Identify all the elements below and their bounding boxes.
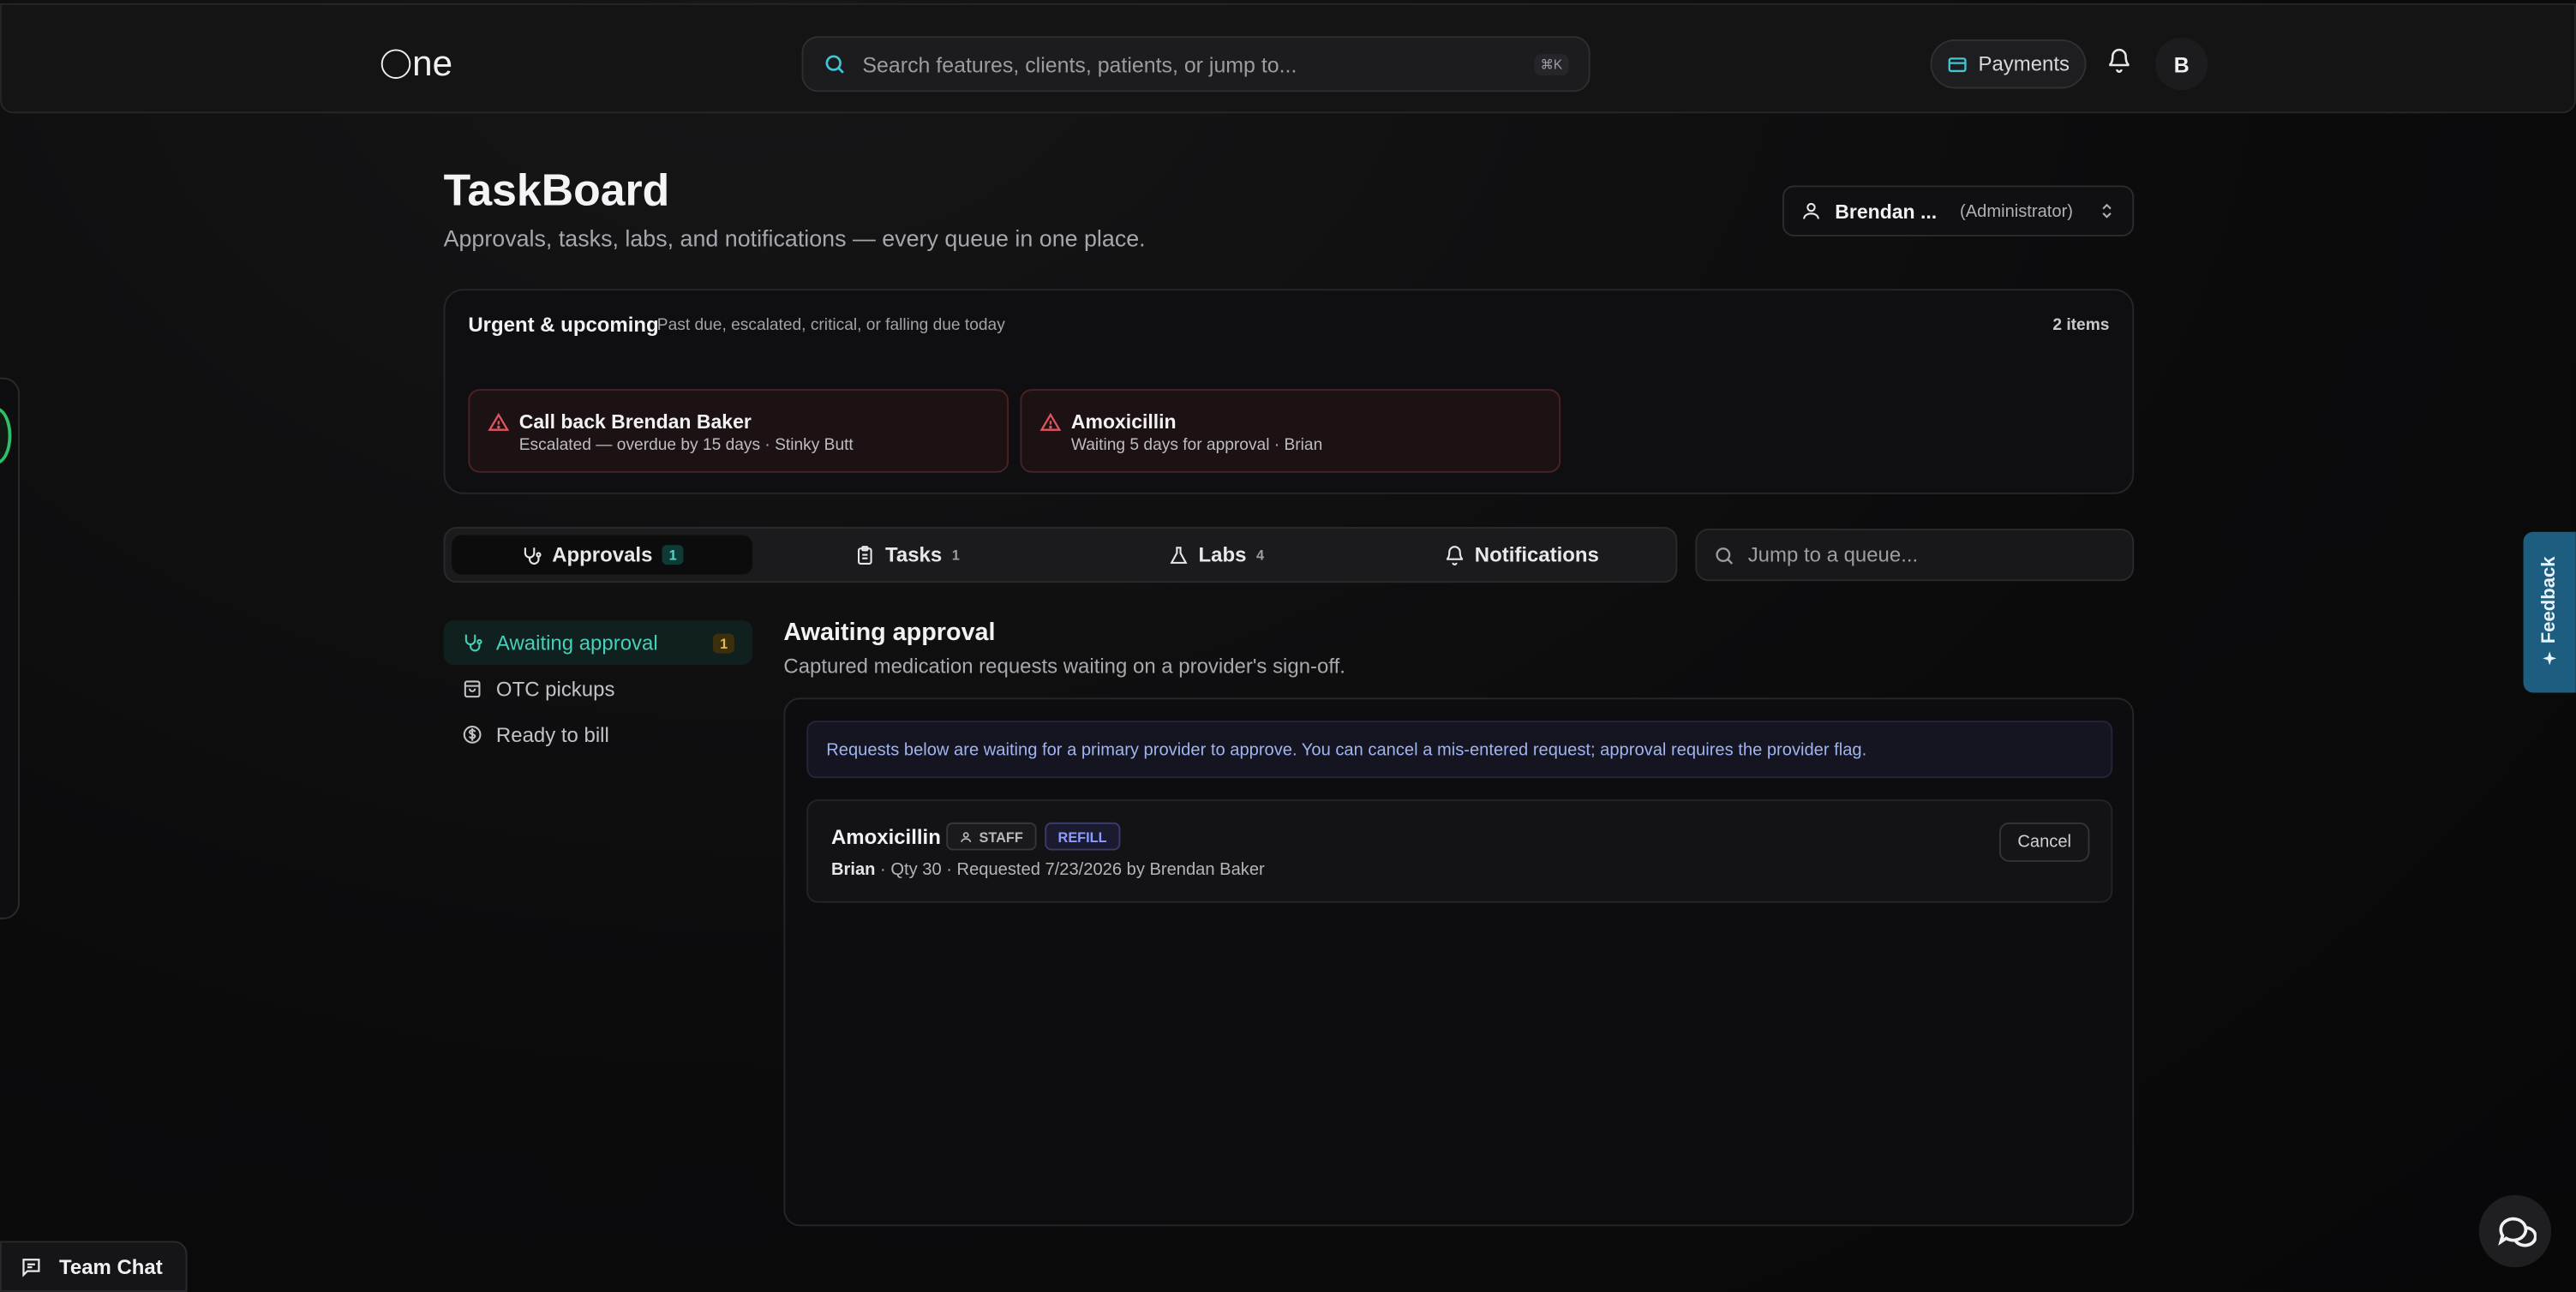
shopping-bag-icon [464,680,481,698]
urgent-card-subtitle: Escalated — overdue by 15 days · Stinky … [518,436,854,455]
search-icon [825,55,844,74]
user-icon [961,831,972,842]
support-chat-button[interactable] [2478,1194,2552,1268]
team-chat-label: Team Chat [59,1254,163,1278]
sub-nav-awaiting-approval[interactable]: Awaiting approval 1 [443,620,752,665]
tab-label: Approvals [552,543,653,567]
urgent-card-subtitle: Waiting 5 days for approval · Brian [1070,436,1323,455]
urgent-description: Past due, escalated, critical, or fallin… [656,316,1005,335]
bell-icon [2108,48,2130,73]
approvals-sub-nav: Awaiting approval 1 OTC pickups Ready to… [443,620,752,758]
payments-button[interactable]: Payments [1930,39,2087,89]
tab-notifications[interactable]: Notifications [1370,535,1673,575]
tab-approvals[interactable]: Approvals 1 [452,535,752,575]
page-title: TaskBoard [443,165,670,215]
search-placeholder: Search features, clients, patients, or j… [862,51,1297,77]
urgent-count: 2 items [2052,316,2110,335]
feedback-label: Feedback [2539,557,2560,645]
sub-nav-count-badge: 1 [713,632,734,653]
tab-tasks[interactable]: Tasks 1 [752,535,1061,575]
request-details: · Qty 30 · Requested 7/23/2026 by Brenda… [875,859,1265,880]
feedback-button[interactable]: Feedback [2523,531,2576,693]
user-avatar[interactable]: B [2155,38,2208,91]
warning-triangle-icon [1039,412,1062,431]
urgent-upcoming-panel: Urgent & upcoming Past due, escalated, c… [443,289,2135,494]
jump-placeholder: Jump to a queue... [1747,543,1919,567]
urgent-card[interactable]: Amoxicillin Waiting 5 days for approval … [1020,389,1561,473]
jump-to-queue-input[interactable]: Jump to a queue... [1695,528,2135,582]
clipboard-icon [857,545,872,564]
request-medication: Amoxicillin [831,825,941,849]
approval-list-panel: Requests below are waiting for a primary… [783,697,2135,1227]
sub-nav-ready-to-bill[interactable]: Ready to bill [444,713,752,757]
top-bar: ne Search features, clients, patients, o… [0,3,2576,114]
urgent-card-title: Amoxicillin [1070,410,1177,434]
chat-bubbles-icon [2498,1217,2537,1247]
chat-icon [22,1258,40,1277]
refill-tag: REFILL [1045,822,1120,851]
sub-nav-label: OTC pickups [495,677,615,701]
staff-tag: STAFF [946,822,1037,851]
notifications-bell-button[interactable] [2106,48,2136,77]
urgent-title: Urgent & upcoming [468,313,659,337]
payments-label: Payments [1978,52,2070,76]
urgent-card-title: Call back Brendan Baker [518,410,752,434]
acting-user-name: Brendan ... [1835,199,1938,223]
acting-user-role: (Administrator) [1960,200,2074,221]
stethoscope-icon [464,634,482,652]
sub-nav-label: Awaiting approval [495,631,658,655]
bell-icon [1446,545,1463,565]
dollar-circle-icon [463,726,482,744]
user-icon [1803,202,1819,219]
approval-request-row[interactable]: Amoxicillin STAFF REFILL Brian · Qty 30 … [806,799,2113,903]
logo-ring-icon [380,49,411,79]
team-chat-button[interactable]: Team Chat [0,1241,188,1292]
warning-triangle-icon [488,412,510,431]
info-banner: Requests below are waiting for a primary… [806,721,2113,779]
search-shortcut-hint: ⌘K [1533,53,1569,75]
credit-card-icon [1949,57,1967,72]
cancel-request-button[interactable]: Cancel [1998,822,2090,862]
app-window: ne Search features, clients, patients, o… [0,0,2576,1292]
sparkle-icon [2543,652,2557,667]
tab-labs[interactable]: Labs 4 [1061,535,1369,575]
tab-count-badge: 1 [951,547,960,564]
acting-user-select[interactable]: Brendan ... (Administrator) [1782,185,2135,236]
tab-count-badge: 4 [1255,547,1265,564]
search-icon [1716,547,1734,564]
urgent-card[interactable]: Call back Brendan Baker Escalated — over… [468,389,1009,473]
stethoscope-icon [524,547,542,564]
request-meta: Brian · Qty 30 · Requested 7/23/2026 by … [831,860,1265,880]
logo-text: ne [412,42,453,84]
sub-nav-otc-pickups[interactable]: OTC pickups [444,667,752,711]
section-subtitle: Captured medication requests waiting on … [783,655,1345,679]
tab-label: Tasks [885,543,943,567]
global-search-input[interactable]: Search features, clients, patients, or j… [801,36,1591,93]
flask-icon [1169,546,1187,563]
request-patient[interactable]: Brian [831,860,875,880]
tab-count-badge: 1 [662,545,684,565]
tab-label: Labs [1198,543,1247,567]
sub-nav-label: Ready to bill [495,722,609,746]
tab-label: Notifications [1474,543,1599,567]
section-title: Awaiting approval [783,619,996,647]
page-subtitle: Approvals, tasks, labs, and notification… [443,224,1146,252]
app-logo[interactable]: ne [380,42,453,84]
staff-tag-label: STAFF [979,828,1023,845]
queue-tabs: Approvals 1 Tasks 1 Labs 4 Notifications [443,527,1678,583]
chevron-up-down-icon [2102,203,2112,218]
